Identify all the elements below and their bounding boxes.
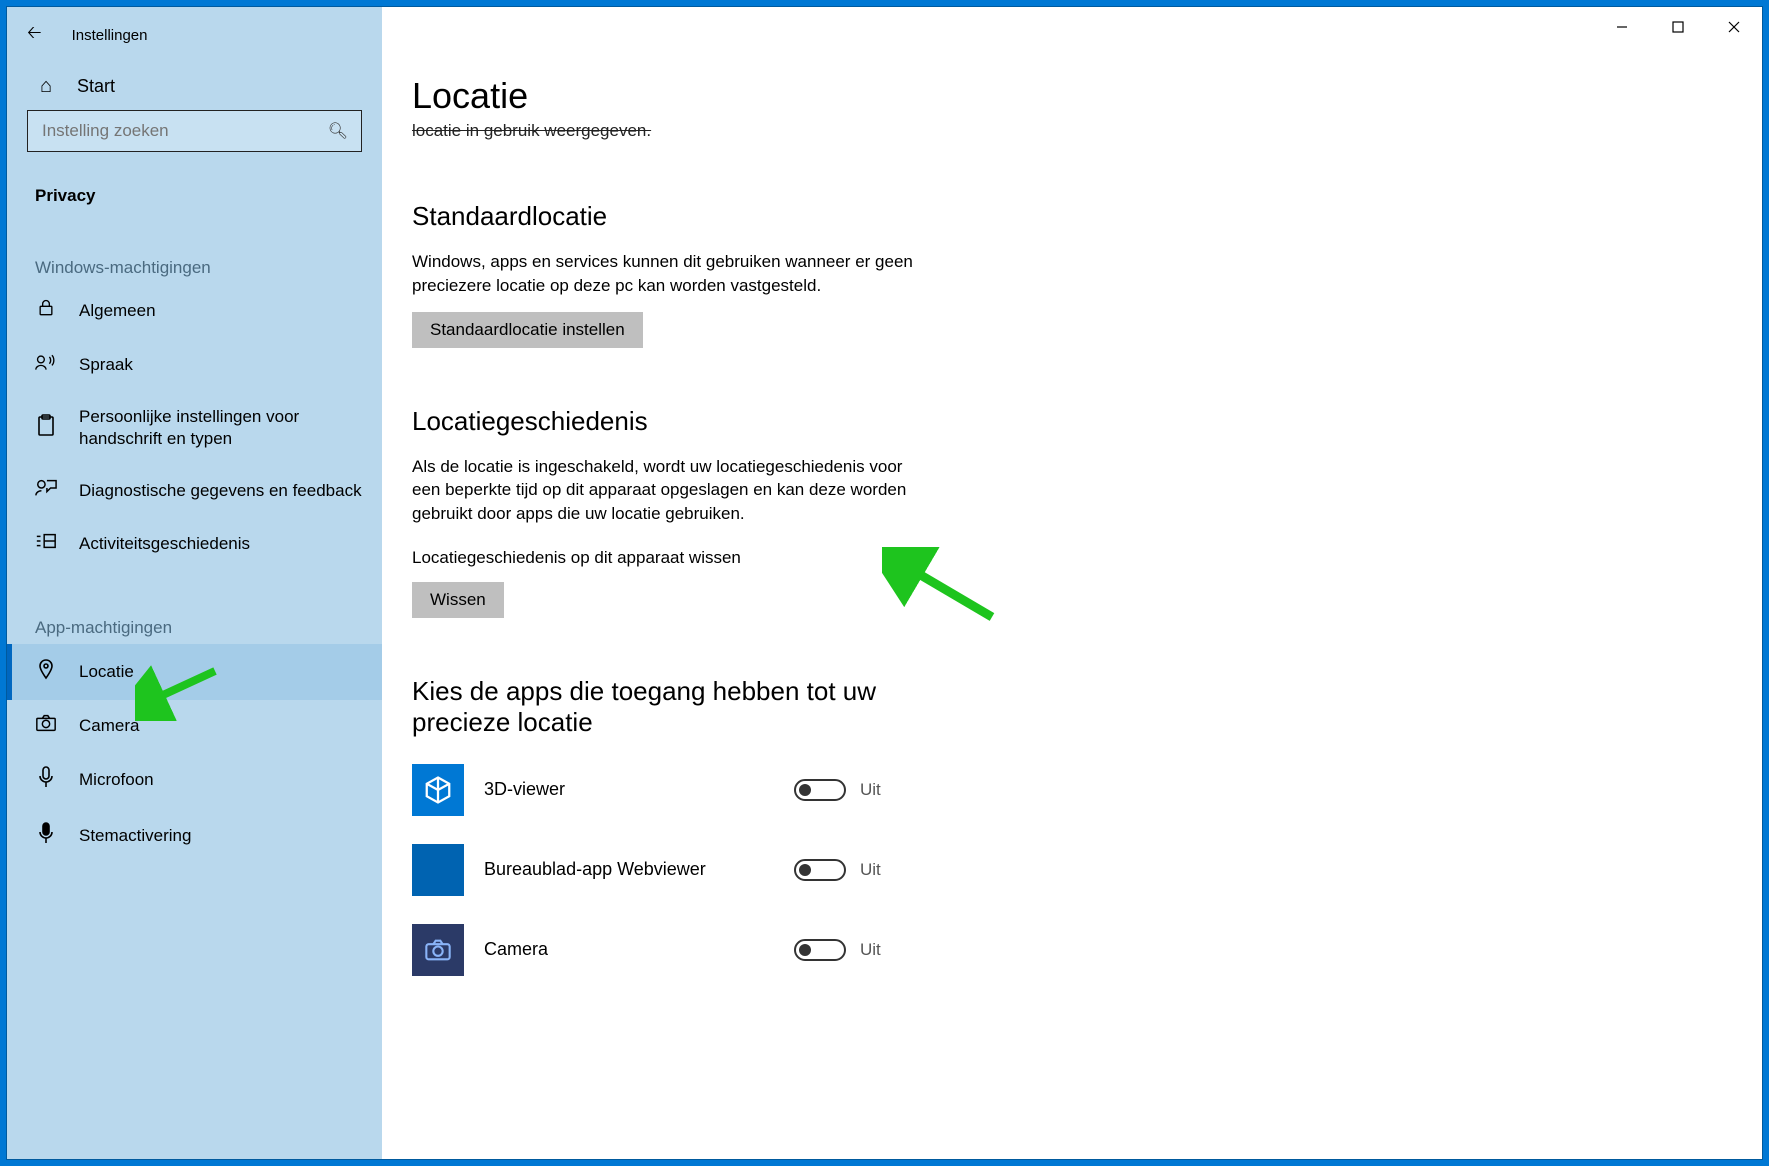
sidebar-category: Privacy (7, 162, 382, 210)
search-container: 🔍︎ (27, 110, 362, 152)
nav-label: Spraak (79, 354, 143, 376)
nav-label: Microfoon (79, 769, 164, 791)
app-toggle[interactable] (794, 859, 846, 881)
app-name: 3D-viewer (484, 779, 764, 800)
app-name: Bureaublad-app Webviewer (484, 859, 764, 880)
location-icon (35, 658, 57, 686)
search-icon: 🔍︎ (328, 121, 348, 141)
clear-history-button[interactable]: Wissen (412, 582, 504, 618)
section-subtext-history: Locatiegeschiedenis op dit apparaat wiss… (412, 548, 1732, 568)
feedback-icon (35, 478, 57, 504)
sidebar-item-camera[interactable]: Camera (7, 700, 382, 752)
toggle-state: Uit (860, 860, 881, 880)
nav-label: Diagnostische gegevens en feedback (79, 480, 372, 502)
sidebar-group-label: Windows-machtigingen (7, 210, 382, 284)
app-icon-camera (412, 924, 464, 976)
sidebar-home[interactable]: ⌂ Start (7, 55, 382, 110)
sidebar-group-label: App-machtigingen (7, 570, 382, 644)
lock-icon (35, 298, 57, 324)
app-icon-webviewer (412, 844, 464, 896)
app-access-list: 3D-viewer Uit Bureaublad-app Webviewer U… (412, 750, 1732, 990)
nav-label: Stemactivering (79, 825, 201, 847)
window-title: Instellingen (72, 27, 148, 44)
section-heading-default: Standaardlocatie (412, 201, 1732, 232)
sidebar-item-algemeen[interactable]: Algemeen (7, 284, 382, 338)
sidebar-item-diagnostiek[interactable]: Diagnostische gegevens en feedback (7, 464, 382, 518)
back-icon[interactable]: 🡠 (27, 20, 42, 50)
app-row: Camera Uit (412, 910, 1732, 990)
sidebar-item-microfoon[interactable]: Microfoon (7, 752, 382, 808)
microphone-icon (35, 766, 57, 794)
sidebar-item-stemactivering[interactable]: Stemactivering (7, 808, 382, 864)
app-toggle[interactable] (794, 779, 846, 801)
sidebar-item-spraak[interactable]: Spraak (7, 338, 382, 392)
nav-label: Algemeen (79, 300, 166, 322)
speech-icon (35, 352, 57, 378)
voice-icon (35, 822, 57, 850)
toggle-state: Uit (860, 940, 881, 960)
sidebar: 🡠 Instellingen ⌂ Start 🔍︎ Privacy Window… (7, 7, 382, 1159)
truncated-text: locatie in gebruik weergegeven. (412, 121, 1732, 141)
app-name: Camera (484, 939, 764, 960)
camera-icon (35, 714, 57, 738)
app-icon-3dviewer (412, 764, 464, 816)
home-label: Start (77, 76, 115, 97)
section-text-default: Windows, apps en services kunnen dit geb… (412, 250, 932, 298)
home-icon: ⌂ (35, 75, 57, 98)
sidebar-item-locatie[interactable]: Locatie (7, 644, 382, 700)
toggle-state: Uit (860, 780, 881, 800)
section-text-history: Als de locatie is ingeschakeld, wordt uw… (412, 455, 932, 526)
content-area: Locatie locatie in gebruik weergegeven. … (382, 7, 1762, 990)
settings-window: 🡠 Instellingen ⌂ Start 🔍︎ Privacy Window… (6, 6, 1763, 1160)
nav-label: Activiteitsgeschiedenis (79, 533, 260, 555)
app-row: Bureaublad-app Webviewer Uit (412, 830, 1732, 910)
section-heading-apps: Kies de apps die toegang hebben tot uw p… (412, 676, 932, 738)
app-toggle[interactable] (794, 939, 846, 961)
nav-label: Persoonlijke instellingen voor handschri… (79, 406, 382, 450)
window-controls (1594, 7, 1762, 47)
app-row: 3D-viewer Uit (412, 750, 1732, 830)
nav-label: Camera (79, 715, 149, 737)
sidebar-item-handschrift[interactable]: Persoonlijke instellingen voor handschri… (7, 392, 382, 464)
minimize-button[interactable] (1594, 7, 1650, 47)
set-default-location-button[interactable]: Standaardlocatie instellen (412, 312, 643, 348)
activity-icon (35, 532, 57, 556)
titlebar-left: 🡠 Instellingen (7, 15, 382, 55)
maximize-button[interactable] (1650, 7, 1706, 47)
search-input[interactable] (27, 110, 362, 152)
sidebar-item-activiteit[interactable]: Activiteitsgeschiedenis (7, 518, 382, 570)
clipboard-icon (35, 414, 57, 442)
section-heading-history: Locatiegeschiedenis (412, 406, 1732, 437)
page-title: Locatie (412, 75, 1732, 117)
close-button[interactable] (1706, 7, 1762, 47)
nav-label: Locatie (79, 661, 144, 683)
main-panel: Locatie locatie in gebruik weergegeven. … (382, 7, 1762, 1159)
